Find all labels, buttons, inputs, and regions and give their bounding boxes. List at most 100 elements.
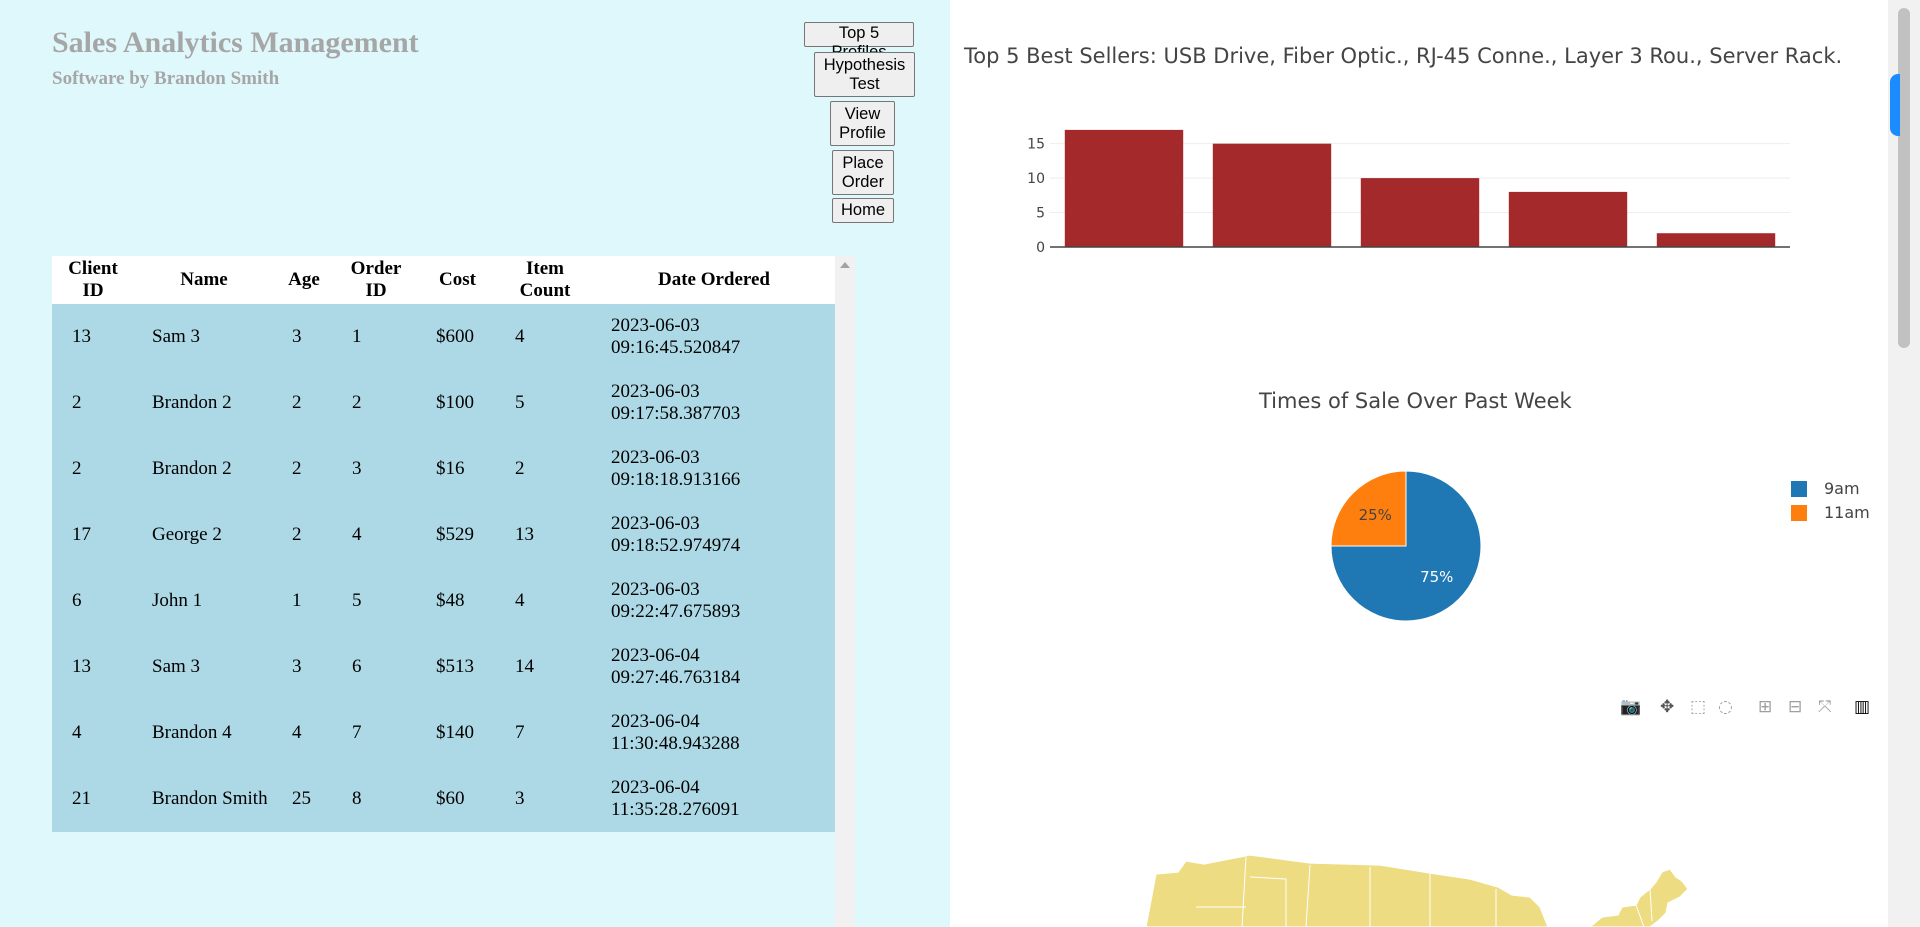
col-date-ordered[interactable]: Date Ordered bbox=[593, 256, 835, 304]
place-label-line1: Place bbox=[842, 153, 884, 172]
cell-items: 5 bbox=[497, 370, 593, 436]
cell-order-id: 1 bbox=[334, 304, 418, 370]
pie-chart: 75% 25% bbox=[1330, 470, 1482, 622]
table-row[interactable]: 4 Brandon 4 4 7 $140 7 2023-06-04 11:30:48.9432… bbox=[52, 700, 835, 766]
cell-client-id: 2 bbox=[52, 370, 134, 436]
cell-items: 3 bbox=[497, 766, 593, 832]
plotly-logo-icon[interactable]: ▥ bbox=[1854, 696, 1870, 718]
pie-label-9am: 75% bbox=[1420, 568, 1453, 586]
app-subtitle: Software by Brandon Smith bbox=[52, 68, 280, 89]
orders-table-container: Client ID Name Age Order ID Cost Item Count… bbox=[52, 256, 835, 832]
bar-y-tick-label: 15 bbox=[1027, 137, 1045, 153]
bar-chart: 0 5 10 15 bbox=[1027, 129, 1790, 256]
bar-chart-title: Top 5 Best Sellers: USB Drive, Fiber Opt… bbox=[964, 44, 1843, 68]
cell-name: Brandon 2 bbox=[134, 370, 274, 436]
lasso-icon[interactable]: ◌ bbox=[1718, 696, 1733, 718]
cell-date-ordered: 2023-06-04 11:30:48.943288 bbox=[593, 700, 835, 766]
legend-swatch-9am[interactable] bbox=[1791, 481, 1807, 497]
cell-age: 3 bbox=[274, 634, 334, 700]
zoom-out-icon[interactable]: ⊟ bbox=[1788, 696, 1802, 718]
page-scrollbar-thumb[interactable] bbox=[1898, 8, 1910, 348]
cell-client-id: 2 bbox=[52, 436, 134, 502]
cell-cost: $100 bbox=[418, 370, 497, 436]
table-row[interactable]: 13 Sam 3 3 1 $600 4 2023-06-03 09:16:45.520847 bbox=[52, 304, 835, 370]
cell-date-ordered: 2023-06-03 09:18:52.974974 bbox=[593, 502, 835, 568]
camera-icon[interactable]: 📷 bbox=[1620, 696, 1641, 718]
cell-name: Sam 3 bbox=[134, 634, 274, 700]
cell-client-id: 6 bbox=[52, 568, 134, 634]
cell-date-ordered: 2023-06-03 09:16:45.520847 bbox=[593, 304, 835, 370]
cell-client-id: 17 bbox=[52, 502, 134, 568]
plot-modebar: 📷 ✥ ⬚ ◌ ⊞ ⊟ ⤧ ▥ bbox=[1620, 696, 1880, 718]
bar-y-tick-label: 10 bbox=[1027, 171, 1045, 187]
cell-age: 4 bbox=[274, 700, 334, 766]
pan-icon[interactable]: ✥ bbox=[1660, 696, 1674, 718]
cell-items: 4 bbox=[497, 568, 593, 634]
col-item-count[interactable]: Item Count bbox=[497, 256, 593, 304]
view-label-line1: View bbox=[844, 104, 881, 123]
cell-date-ordered: 2023-06-04 11:35:28.276091 bbox=[593, 766, 835, 832]
bar-y-tick-label: 0 bbox=[1036, 240, 1045, 256]
table-row[interactable]: 2 Brandon 2 2 2 $100 5 2023-06-03 09:17:58.3877… bbox=[52, 370, 835, 436]
table-row[interactable]: 2 Brandon 2 2 3 $16 2 2023-06-03 09:18:18.91316… bbox=[52, 436, 835, 502]
table-row[interactable]: 13 Sam 3 3 6 $513 14 2023-06-04 09:27:46.763184 bbox=[52, 634, 835, 700]
cell-items: 7 bbox=[497, 700, 593, 766]
view-label-line2: Profile bbox=[839, 123, 886, 142]
table-row[interactable]: 17 George 2 2 4 $529 13 2023-06-03 09:18:52.974… bbox=[52, 502, 835, 568]
legend-label-9am[interactable]: 9am bbox=[1824, 479, 1860, 498]
cell-cost: $60 bbox=[418, 766, 497, 832]
cell-order-id: 5 bbox=[334, 568, 418, 634]
cell-cost: $140 bbox=[418, 700, 497, 766]
cell-age: 2 bbox=[274, 436, 334, 502]
box-select-icon[interactable]: ⬚ bbox=[1690, 696, 1706, 718]
view-profile-button[interactable]: View Profile bbox=[830, 101, 895, 146]
cell-date-ordered: 2023-06-04 09:27:46.763184 bbox=[593, 634, 835, 700]
cell-items: 4 bbox=[497, 304, 593, 370]
cell-age: 2 bbox=[274, 370, 334, 436]
page-scrollbar[interactable] bbox=[1888, 0, 1920, 927]
zoom-in-icon[interactable]: ⊞ bbox=[1758, 696, 1772, 718]
place-order-button[interactable]: Place Order bbox=[832, 150, 894, 195]
cell-order-id: 3 bbox=[334, 436, 418, 502]
cell-name: Brandon Smith bbox=[134, 766, 274, 832]
cell-order-id: 7 bbox=[334, 700, 418, 766]
col-cost[interactable]: Cost bbox=[418, 256, 497, 304]
col-client-id[interactable]: Client ID bbox=[52, 256, 134, 304]
table-header-row: Client ID Name Age Order ID Cost Item Count… bbox=[52, 256, 835, 304]
table-scrollbar[interactable] bbox=[835, 256, 855, 927]
bar-usb-drive[interactable] bbox=[1064, 129, 1184, 247]
bar-server-rack[interactable] bbox=[1656, 233, 1776, 247]
bar-rj-45-conne[interactable] bbox=[1360, 178, 1480, 247]
cell-name: Brandon 4 bbox=[134, 700, 274, 766]
col-name[interactable]: Name bbox=[134, 256, 274, 304]
cell-date-ordered: 2023-06-03 09:17:58.387703 bbox=[593, 370, 835, 436]
legend-swatch-11am[interactable] bbox=[1791, 505, 1807, 521]
cell-age: 2 bbox=[274, 502, 334, 568]
cell-date-ordered: 2023-06-03 09:18:18.913166 bbox=[593, 436, 835, 502]
home-label: Home bbox=[840, 201, 885, 219]
top5-profiles-button[interactable]: Top 5 Profiles bbox=[804, 22, 914, 61]
pie-chart-title: Times of Sale Over Past Week bbox=[1259, 389, 1572, 413]
hypothesis-test-button[interactable]: Hypothesis Test bbox=[814, 52, 915, 97]
cell-client-id: 13 bbox=[52, 634, 134, 700]
side-tab-indicator[interactable] bbox=[1890, 74, 1900, 136]
app-title: Sales Analytics Management bbox=[52, 26, 419, 59]
cell-age: 25 bbox=[274, 766, 334, 832]
cell-date-ordered: 2023-06-03 09:22:47.675893 bbox=[593, 568, 835, 634]
cell-order-id: 2 bbox=[334, 370, 418, 436]
scroll-up-arrow-icon[interactable] bbox=[840, 262, 850, 268]
cell-items: 2 bbox=[497, 436, 593, 502]
table-row[interactable]: 6 John 1 1 5 $48 4 2023-06-03 09:22:47.675893 bbox=[52, 568, 835, 634]
bar-fiber-optic[interactable] bbox=[1212, 143, 1332, 247]
cell-items: 13 bbox=[497, 502, 593, 568]
col-order-id[interactable]: Order ID bbox=[334, 256, 418, 304]
col-age[interactable]: Age bbox=[274, 256, 334, 304]
home-button[interactable]: Home bbox=[832, 198, 894, 223]
table-row[interactable]: 21 Brandon Smith 25 8 $60 3 2023-06-04 11:35:28… bbox=[52, 766, 835, 832]
legend-label-11am[interactable]: 11am bbox=[1824, 503, 1870, 522]
cell-cost: $48 bbox=[418, 568, 497, 634]
hypothesis-label-line1: Hypothesis bbox=[823, 55, 906, 74]
cell-order-id: 8 bbox=[334, 766, 418, 832]
autoscale-icon[interactable]: ⤧ bbox=[1818, 696, 1832, 718]
bar-layer-3-rou[interactable] bbox=[1508, 191, 1628, 247]
